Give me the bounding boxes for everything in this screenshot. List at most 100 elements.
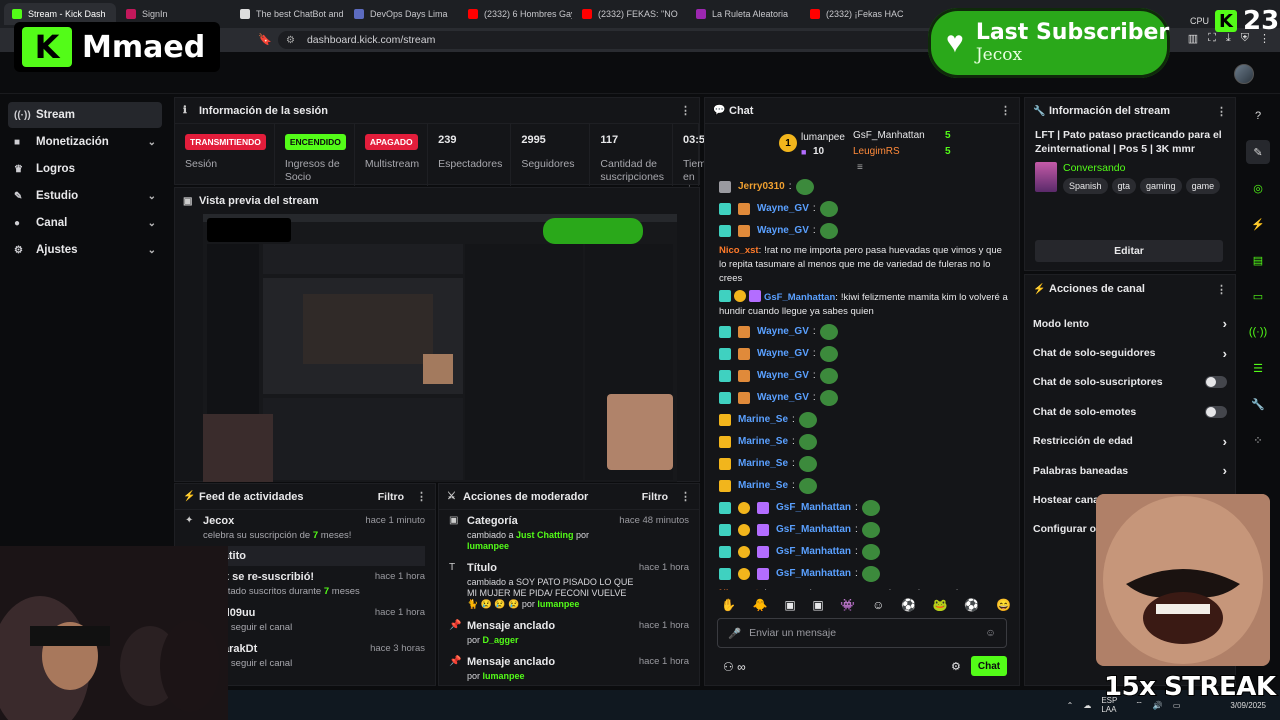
mod-action-highlight[interactable]: lumanpee	[467, 541, 509, 551]
chat-username[interactable]: Marine_Se	[738, 413, 788, 427]
edit-icon[interactable]: ✎	[1246, 140, 1270, 164]
browser-tab[interactable]: (2332) ¡Fekas HAC	[802, 3, 914, 25]
browser-tab[interactable]: La Ruleta Aleatoria	[688, 3, 800, 25]
activity-filter-button[interactable]: Filtro	[378, 491, 404, 503]
microphone-icon[interactable]: 🎤	[728, 627, 741, 640]
chat-message[interactable]: GsF_Manhattan:	[705, 519, 1019, 541]
mod-action-highlight[interactable]: D_agger	[483, 635, 519, 645]
chat-message[interactable]: Wayne_GV:	[705, 198, 1019, 220]
kebab-menu-icon[interactable]: ⋮	[416, 490, 427, 503]
list-item[interactable]: 📌 Mensaje anclado por D_agger hace 1 hora	[439, 615, 699, 651]
sidebar-item-monetización[interactable]: ■ Monetización ⌄	[8, 129, 162, 155]
avatar[interactable]	[1234, 64, 1254, 84]
chat-username[interactable]: GsF_Manhattan	[764, 292, 835, 303]
sidebar-item-estudio[interactable]: ✎ Estudio ⌄	[8, 183, 162, 209]
chat-username[interactable]: GsF_Manhattan	[776, 567, 851, 581]
kebab-menu-icon[interactable]: ⋮	[1216, 283, 1227, 296]
site-info-icon[interactable]: ⚙	[286, 35, 295, 46]
bolt-icon[interactable]: ⚡	[1246, 212, 1270, 236]
target-icon[interactable]: ◎	[1246, 176, 1270, 200]
help-icon[interactable]: ?	[1246, 104, 1270, 128]
chat-username[interactable]: GsF_Manhattan	[776, 523, 851, 537]
channel-action-item[interactable]: Chat de solo-seguidores ›	[1025, 338, 1235, 367]
browser-tab[interactable]: The best ChatBot and	[232, 3, 344, 25]
chat-message[interactable]: GsF_Manhattan:	[705, 497, 1019, 519]
chat-message[interactable]: Wayne_GV:	[705, 321, 1019, 343]
chat-tools-icon[interactable]: ⚇ ∞	[723, 660, 746, 674]
kebab-menu-icon[interactable]: ⋮	[680, 104, 691, 117]
chat-input[interactable]: 🎤 Enviar un mensaje ☺	[717, 618, 1007, 648]
mod-action-highlight[interactable]: lumanpee	[537, 599, 579, 609]
list-item[interactable]: ✦ Jecox celebra su suscripción de 7 meses!…	[175, 510, 435, 546]
moderator-filter-button[interactable]: Filtro	[642, 491, 668, 503]
chat-username[interactable]: GsF_Manhattan	[776, 501, 851, 515]
tag-chip[interactable]: game	[1185, 178, 1221, 194]
document-icon[interactable]: ▤	[1246, 248, 1270, 272]
chat-username[interactable]: Wayne_GV	[757, 202, 809, 216]
cloud-icon[interactable]: ☁	[1083, 701, 1091, 710]
chat-message[interactable]: Marine_Se:	[705, 475, 1019, 497]
tag-chip[interactable]: Spanish	[1063, 178, 1108, 194]
chat-icon[interactable]: ▭	[1246, 284, 1270, 308]
chat-message[interactable]: Wayne_GV:	[705, 387, 1019, 409]
chat-username[interactable]: Wayne_GV	[757, 325, 809, 339]
collapse-icon[interactable]: ≡	[857, 162, 863, 173]
chat-username[interactable]: Marine_Se	[738, 457, 788, 471]
chat-message[interactable]: Marine_Se:	[705, 409, 1019, 431]
browser-tab[interactable]: DevOps Days Lima	[346, 3, 458, 25]
sidebar-item-logros[interactable]: ♛ Logros	[8, 156, 162, 182]
mod-action-highlight[interactable]: Just Chatting	[516, 530, 574, 540]
apps-icon[interactable]: ⁘	[1246, 428, 1270, 452]
edit-button[interactable]: Editar	[1035, 240, 1223, 262]
toggle-switch[interactable]	[1205, 405, 1227, 418]
mod-action-highlight[interactable]: lumanpee	[483, 671, 525, 681]
chat-username[interactable]: Marine_Se	[738, 479, 788, 493]
chat-message[interactable]: Jerry0310:	[705, 176, 1019, 198]
chat-message[interactable]: GsF_Manhattan:	[705, 541, 1019, 563]
emote-icon[interactable]: ✋	[721, 598, 736, 612]
chevron-up-icon[interactable]: ⌃	[1067, 701, 1074, 710]
list-item[interactable]: ▣ Categoría cambiado a Just Chatting por l…	[439, 510, 699, 557]
wrench-icon[interactable]: 🔧	[1246, 392, 1270, 416]
chat-message[interactable]: Nico_xst:!rat no me importa pero pasa hu…	[705, 585, 1019, 590]
gear-icon[interactable]: ⚙	[951, 660, 961, 673]
category-name[interactable]: Conversando	[1063, 162, 1223, 174]
chat-username[interactable]: Wayne_GV	[757, 347, 809, 361]
tag-chip[interactable]: gaming	[1140, 178, 1182, 194]
broadcast-icon[interactable]: ((·))	[1246, 320, 1270, 344]
toggle-switch[interactable]	[1205, 376, 1227, 389]
list-icon[interactable]: ☰	[1246, 356, 1270, 380]
chat-username[interactable]: Marine_Se	[738, 435, 788, 449]
emote-icon[interactable]: ⚽	[901, 598, 916, 612]
channel-action-item[interactable]: Restricción de edad ›	[1025, 427, 1235, 456]
emote-icon[interactable]: 👾	[840, 598, 855, 612]
emote-icon[interactable]: ▣	[784, 598, 795, 612]
browser-tab[interactable]: (2332) 6 Hombres Gay	[460, 3, 572, 25]
channel-action-item[interactable]: Chat de solo-emotes	[1025, 397, 1235, 426]
channel-action-item[interactable]: Palabras baneadas ›	[1025, 456, 1235, 485]
chat-message[interactable]: Wayne_GV:	[705, 365, 1019, 387]
chat-message[interactable]: Marine_Se:	[705, 453, 1019, 475]
kebab-menu-icon[interactable]: ⋮	[1216, 105, 1227, 118]
chat-username[interactable]: Wayne_GV	[757, 369, 809, 383]
emoji-icon[interactable]: ☺	[985, 627, 996, 639]
emote-icon[interactable]: 🐥	[753, 598, 768, 612]
emote-icon[interactable]: ☺	[872, 598, 884, 612]
chat-username[interactable]: GsF_Manhattan	[776, 545, 851, 559]
chat-message[interactable]: Wayne_GV:	[705, 343, 1019, 365]
stream-preview-video[interactable]	[203, 214, 677, 482]
sidebar-item-ajustes[interactable]: ⚙ Ajustes ⌄	[8, 237, 162, 263]
channel-action-item[interactable]: Modo lento ›	[1025, 309, 1235, 338]
kebab-menu-icon[interactable]: ⋮	[1000, 104, 1011, 117]
browser-tab[interactable]: (2332) FEKAS: "NO	[574, 3, 686, 25]
chat-username[interactable]: Nico_xst	[719, 245, 759, 256]
kebab-menu-icon[interactable]: ⋮	[680, 490, 691, 503]
channel-action-item[interactable]: Chat de solo-suscriptores	[1025, 368, 1235, 397]
chat-message[interactable]: GsF_Manhattan: !kiwi felizmente mamita ki…	[705, 288, 1019, 321]
chat-message[interactable]: GsF_Manhattan:	[705, 563, 1019, 585]
emote-icon[interactable]: 🐸	[933, 598, 948, 612]
emote-icon[interactable]: ⚽	[964, 598, 979, 612]
chat-username[interactable]: Jerry0310	[738, 180, 785, 194]
emote-icon[interactable]: ▣	[812, 598, 823, 612]
chat-message[interactable]: Wayne_GV:	[705, 220, 1019, 242]
